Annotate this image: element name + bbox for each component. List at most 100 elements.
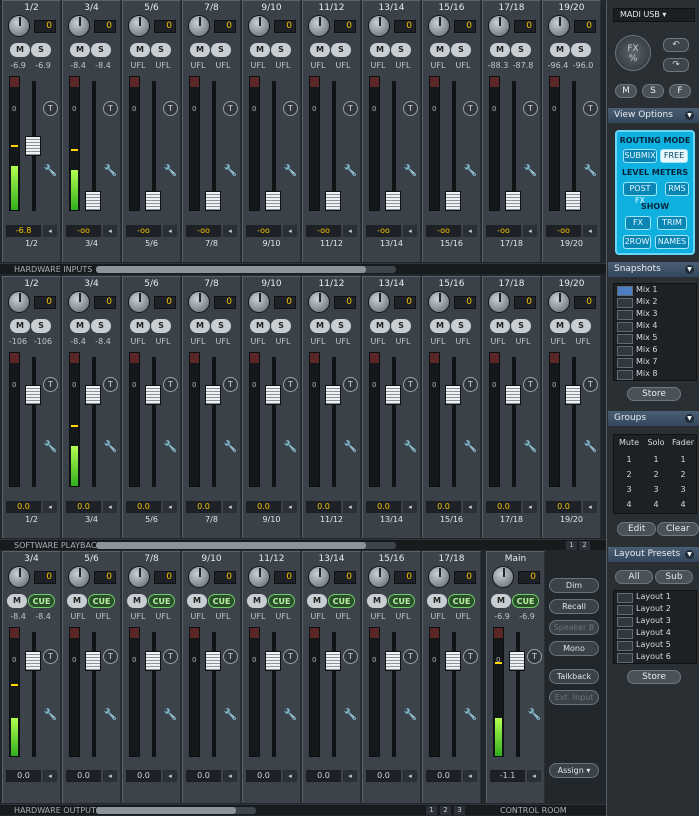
gain-value[interactable]: 0: [34, 20, 56, 33]
balance-icon[interactable]: ◂: [283, 225, 297, 237]
solo-button[interactable]: S: [211, 319, 231, 333]
gain-value[interactable]: 0: [394, 296, 416, 309]
mute-button[interactable]: M: [310, 43, 330, 57]
fader-handle[interactable]: [145, 191, 161, 211]
mute-button[interactable]: M: [70, 43, 90, 57]
balance-icon[interactable]: ◂: [343, 501, 357, 513]
groups-clear-button[interactable]: Clear: [657, 522, 699, 536]
snapshot-item[interactable]: Mix 2: [614, 296, 696, 308]
fader-handle[interactable]: [145, 385, 161, 405]
solo-global-button[interactable]: S: [642, 84, 664, 98]
fader-handle[interactable]: [265, 651, 281, 671]
mute-button[interactable]: M: [310, 319, 330, 333]
layout-store-button[interactable]: Store: [627, 670, 681, 684]
pan-knob[interactable]: [308, 291, 330, 313]
fx-knob[interactable]: FX%: [615, 35, 651, 71]
inputs-scrollbar[interactable]: [96, 266, 396, 273]
pan-knob[interactable]: [248, 566, 270, 588]
layout-all-button[interactable]: All: [615, 570, 653, 584]
groups-edit-button[interactable]: Edit: [617, 522, 657, 536]
balance-icon[interactable]: ◂: [463, 501, 477, 513]
mute-button[interactable]: M: [10, 319, 30, 333]
gain-value[interactable]: 0: [518, 571, 540, 584]
mute-button[interactable]: M: [70, 319, 90, 333]
fader-handle[interactable]: [325, 651, 341, 671]
gain-value[interactable]: 0: [94, 20, 116, 33]
balance-icon[interactable]: ◂: [163, 770, 177, 782]
mute-button[interactable]: M: [187, 594, 207, 608]
submix-button[interactable]: SUBMIX: [623, 149, 657, 163]
page-1-button[interactable]: 1: [566, 541, 577, 550]
mute-button[interactable]: M: [490, 319, 510, 333]
solo-button[interactable]: S: [511, 319, 531, 333]
page-2-button[interactable]: 2: [440, 806, 451, 815]
balance-icon[interactable]: ◂: [43, 501, 57, 513]
trim-button[interactable]: T: [163, 377, 178, 392]
fader-handle[interactable]: [385, 191, 401, 211]
wrench-icon[interactable]: 🔧: [343, 163, 358, 178]
gain-value[interactable]: 0: [514, 20, 536, 33]
balance-icon[interactable]: ◂: [163, 225, 177, 237]
page-2-button[interactable]: 2: [579, 541, 590, 550]
trim-button[interactable]: T: [223, 101, 238, 116]
show-trim-button[interactable]: TRIM: [657, 216, 687, 230]
mute-button[interactable]: M: [10, 43, 30, 57]
gain-value[interactable]: 0: [454, 20, 476, 33]
mute-button[interactable]: M: [550, 43, 570, 57]
balance-icon[interactable]: ◂: [223, 225, 237, 237]
balance-icon[interactable]: ◂: [523, 225, 537, 237]
snapshot-item[interactable]: Mix 1: [614, 284, 696, 296]
balance-icon[interactable]: ◂: [103, 225, 117, 237]
wrench-icon[interactable]: 🔧: [163, 707, 178, 722]
group-cell[interactable]: 3: [616, 485, 642, 494]
mute-button[interactable]: M: [250, 43, 270, 57]
solo-button[interactable]: S: [451, 43, 471, 57]
gain-value[interactable]: 0: [334, 296, 356, 309]
wrench-icon[interactable]: 🔧: [527, 707, 542, 722]
gain-value[interactable]: 0: [214, 571, 236, 584]
assign-button[interactable]: Assign ▾: [549, 763, 599, 778]
trim-button[interactable]: T: [283, 649, 298, 664]
mute-button[interactable]: M: [307, 594, 327, 608]
wrench-icon[interactable]: 🔧: [103, 707, 118, 722]
pan-knob[interactable]: [548, 15, 570, 37]
pan-knob[interactable]: [128, 15, 150, 37]
trim-button[interactable]: T: [283, 377, 298, 392]
solo-button[interactable]: S: [271, 43, 291, 57]
pan-knob[interactable]: [488, 291, 510, 313]
pan-knob[interactable]: [308, 15, 330, 37]
fader-handle[interactable]: [25, 136, 41, 156]
mute-button[interactable]: M: [430, 319, 450, 333]
balance-icon[interactable]: ◂: [223, 501, 237, 513]
gain-value[interactable]: 0: [394, 571, 416, 584]
page-3-button[interactable]: 3: [454, 806, 465, 815]
pan-knob[interactable]: [128, 566, 150, 588]
group-cell[interactable]: 3: [643, 485, 669, 494]
trim-button[interactable]: T: [223, 377, 238, 392]
wrench-icon[interactable]: 🔧: [343, 707, 358, 722]
solo-button[interactable]: S: [271, 319, 291, 333]
snapshot-item[interactable]: Mix 3: [614, 308, 696, 320]
mute-button[interactable]: M: [427, 594, 447, 608]
wrench-icon[interactable]: 🔧: [223, 439, 238, 454]
balance-icon[interactable]: ◂: [223, 770, 237, 782]
trim-button[interactable]: T: [43, 377, 58, 392]
snapshots-header[interactable]: Snapshots ▼: [608, 262, 699, 277]
speaker-b-button[interactable]: Speaker B: [549, 620, 599, 635]
solo-button[interactable]: S: [151, 43, 171, 57]
solo-button[interactable]: S: [91, 43, 111, 57]
solo-button[interactable]: S: [91, 319, 111, 333]
trim-button[interactable]: T: [403, 649, 418, 664]
pan-knob[interactable]: [68, 291, 90, 313]
snapshot-item[interactable]: Mix 8: [614, 368, 696, 380]
wrench-icon[interactable]: 🔧: [43, 439, 58, 454]
layout-preset-item[interactable]: Layout 5: [614, 639, 696, 651]
trim-button[interactable]: T: [343, 101, 358, 116]
mute-button[interactable]: M: [367, 594, 387, 608]
fader-handle[interactable]: [205, 385, 221, 405]
ext-input-button[interactable]: Ext. Input: [549, 690, 599, 705]
pan-knob[interactable]: [428, 15, 450, 37]
wrench-icon[interactable]: 🔧: [403, 163, 418, 178]
pan-knob[interactable]: [8, 566, 30, 588]
trim-button[interactable]: T: [527, 649, 542, 664]
